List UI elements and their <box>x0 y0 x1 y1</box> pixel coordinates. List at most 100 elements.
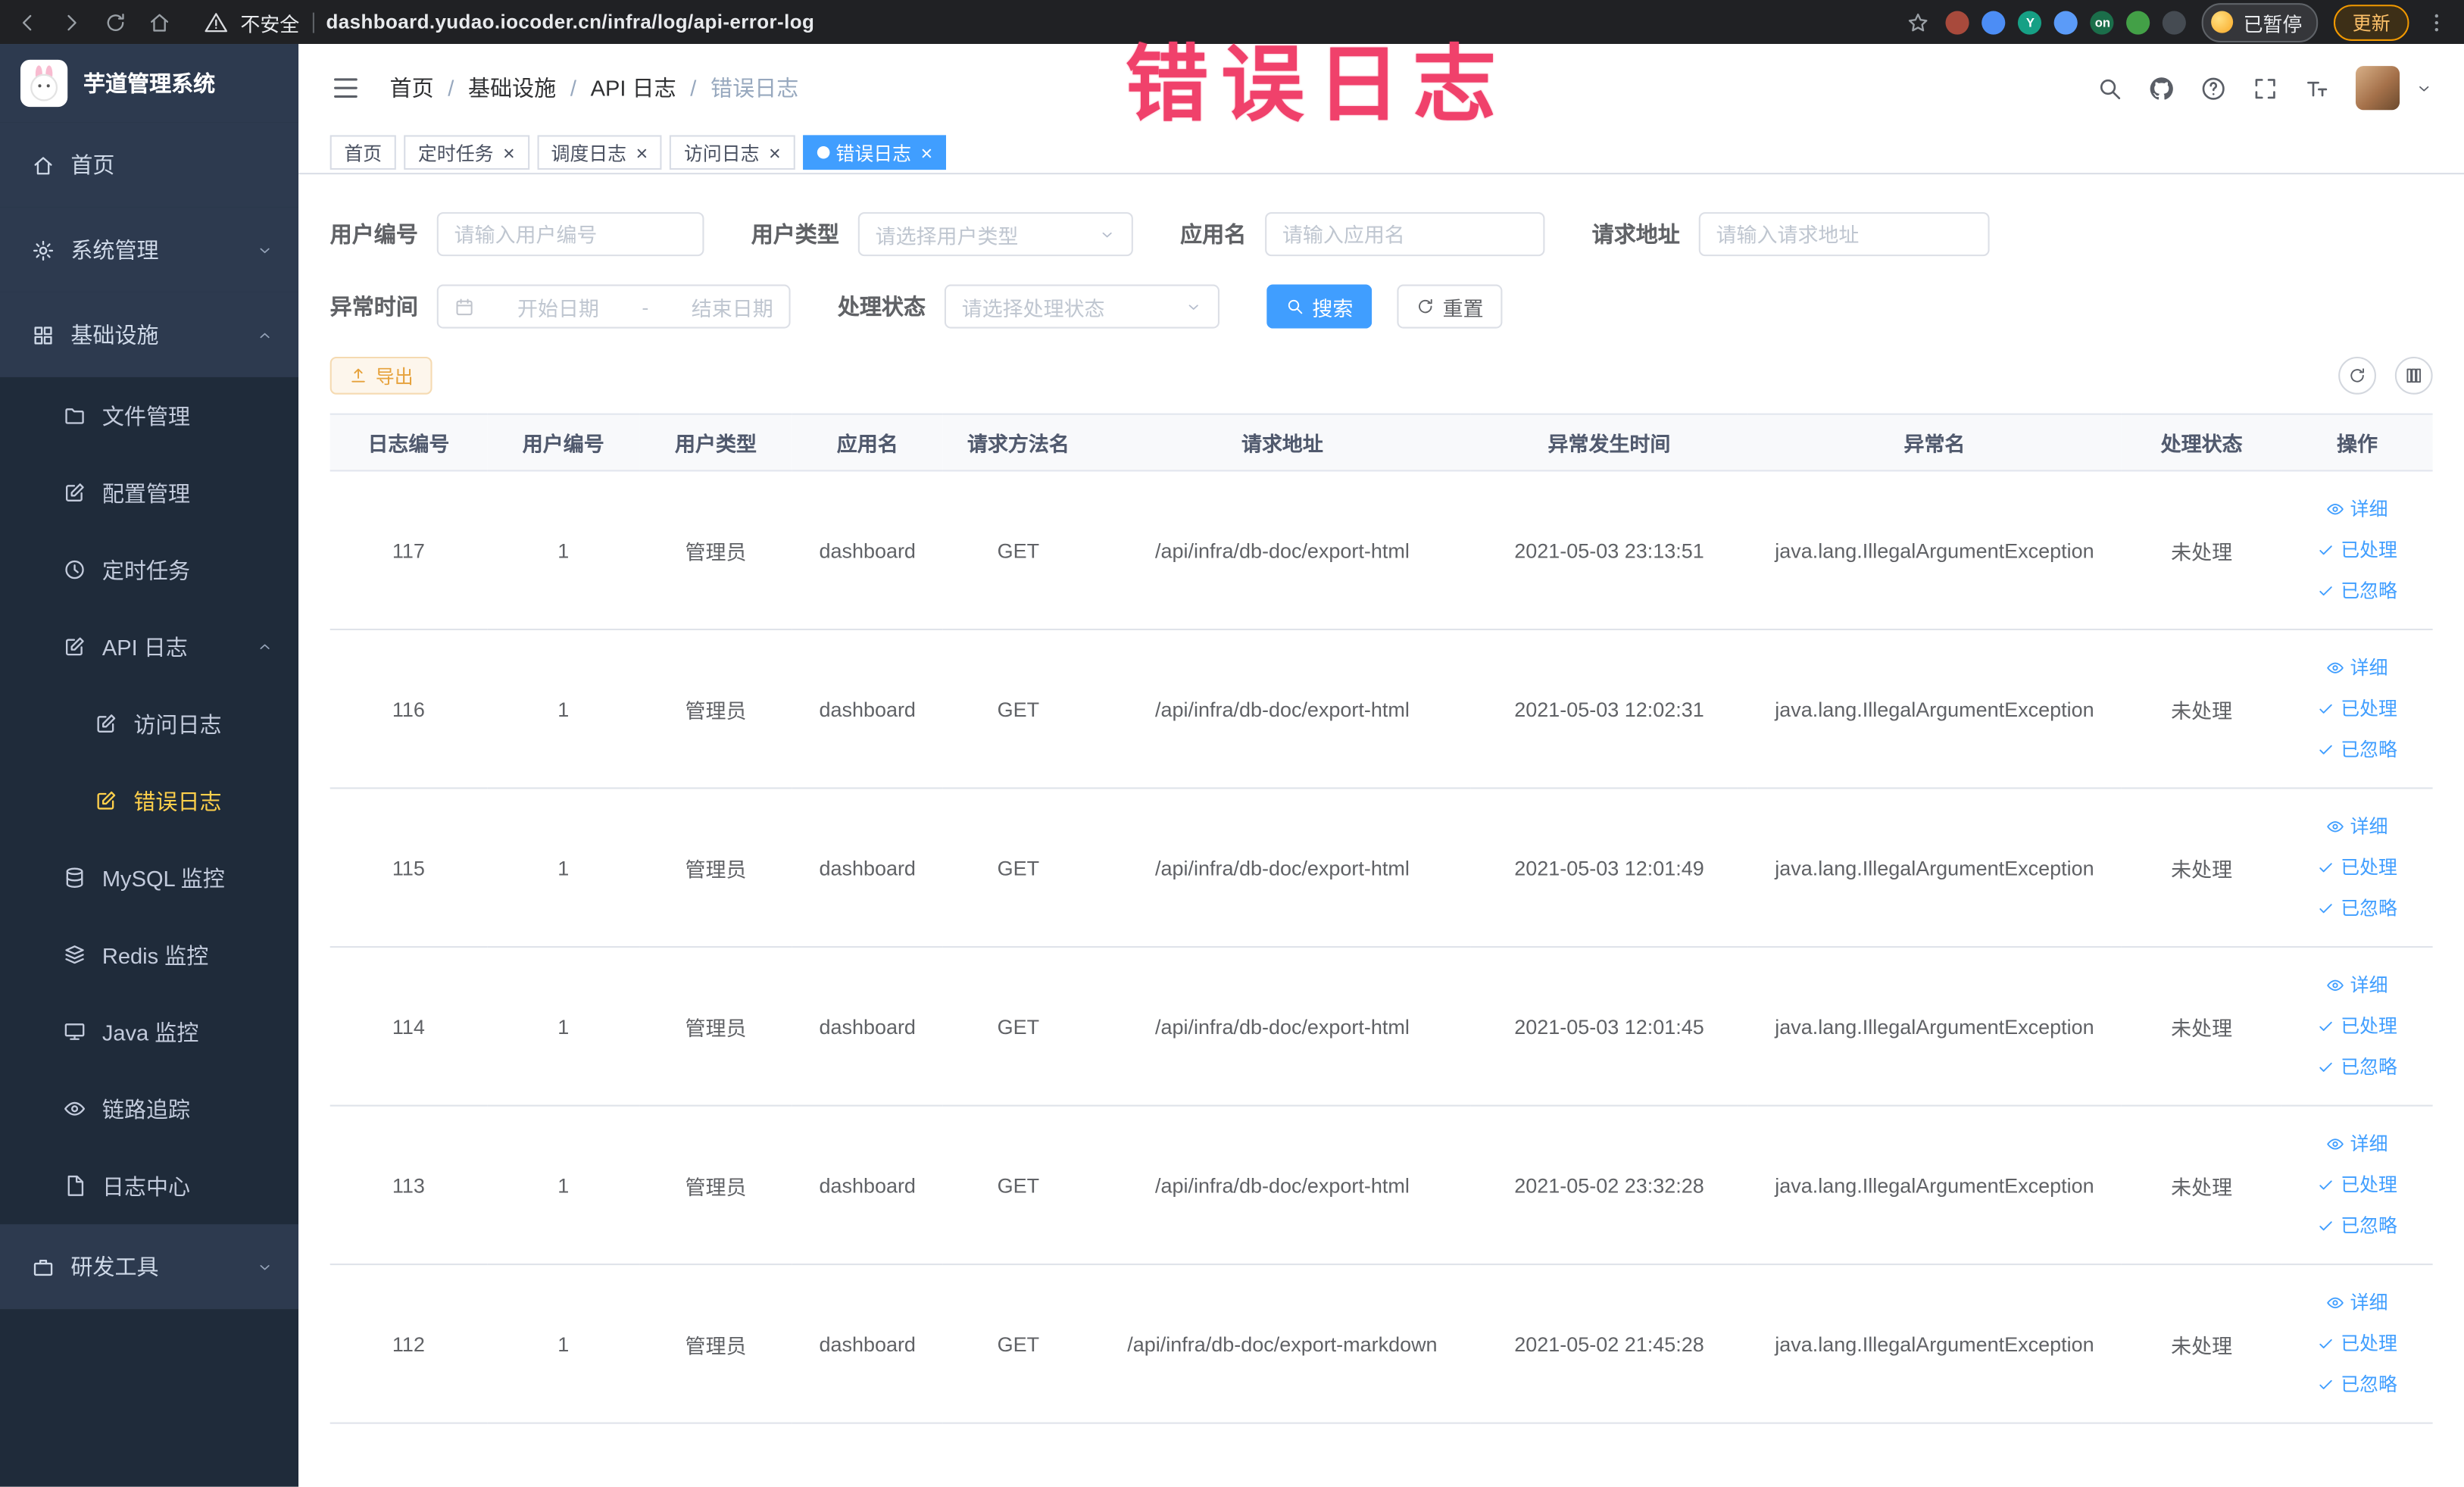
collapse-sidebar-icon[interactable] <box>330 72 361 103</box>
action-detail[interactable]: 详细 <box>2288 648 2427 689</box>
reload-icon[interactable] <box>104 10 127 33</box>
sidebar-item-job[interactable]: 定时任务 <box>0 531 298 608</box>
app-name-input[interactable] <box>1265 212 1545 257</box>
sidebar-item-log-center[interactable]: 日志中心 <box>0 1148 298 1225</box>
sidebar-item-label: 定时任务 <box>101 557 191 583</box>
extension-icon-blue-grid[interactable] <box>2054 10 2078 34</box>
breadcrumb-item[interactable]: 基础设施 <box>468 72 556 103</box>
sidebar-item-config[interactable]: 配置管理 <box>0 455 298 532</box>
browser-nav: 不安全 dashboard.yudao.iocoder.cn/infra/log… <box>16 7 814 36</box>
action-detail[interactable]: 详细 <box>2288 806 2427 847</box>
bookmark-star-icon[interactable] <box>1907 10 1931 33</box>
action-processed[interactable]: 已处理 <box>2288 1006 2427 1047</box>
avatar[interactable] <box>2355 66 2400 111</box>
cell-user_type: 管理员 <box>639 629 792 789</box>
user-type-label: 用户类型 <box>751 221 839 247</box>
action-detail[interactable]: 详细 <box>2288 1282 2427 1323</box>
action-detail[interactable]: 详细 <box>2288 965 2427 1006</box>
edit-icon <box>63 481 86 505</box>
column-settings-button[interactable] <box>2394 356 2433 395</box>
forward-icon[interactable] <box>60 10 83 33</box>
end-date-placeholder: 结束日期 <box>691 296 773 320</box>
close-icon[interactable]: × <box>769 142 781 163</box>
reset-button[interactable]: 重置 <box>1397 284 1503 329</box>
action-label: 已处理 <box>2341 1332 2397 1355</box>
browser-home-icon[interactable] <box>148 10 171 33</box>
sidebar-item-label: MySQL 监控 <box>101 865 225 891</box>
github-icon[interactable] <box>2148 75 2175 102</box>
action-processed[interactable]: 已处理 <box>2288 1164 2427 1205</box>
sidebar-item-infra[interactable]: 基础设施 <box>0 292 299 377</box>
extension-icon-green-y[interactable]: Y <box>2018 10 2043 34</box>
address-bar[interactable]: 不安全 dashboard.yudao.iocoder.cn/infra/log… <box>205 7 815 36</box>
extension-icon-red[interactable] <box>1946 10 1970 34</box>
extension-icon-on-badge[interactable]: on <box>2091 10 2115 34</box>
sidebar-item-trace[interactable]: 链路追踪 <box>0 1070 298 1148</box>
tabs-bar: 首页 定时任务 × 调度日志 × 访问日志 × 错误日志 × <box>298 132 2464 175</box>
chevron-down-icon <box>1098 226 1116 243</box>
tab-错误日志[interactable]: 错误日志 × <box>802 135 947 170</box>
request-url-input[interactable] <box>1698 212 1990 257</box>
action-ignored[interactable]: 已忽略 <box>2288 729 2427 770</box>
sidebar-item-file[interactable]: 文件管理 <box>0 377 298 455</box>
caret-down-icon[interactable] <box>2416 80 2433 97</box>
breadcrumb-separator: / <box>570 75 576 101</box>
sidebar-item-java[interactable]: Java 监控 <box>0 993 298 1070</box>
user-id-label: 用户编号 <box>329 221 418 247</box>
user-type-select[interactable]: 请选择用户类型 <box>857 212 1133 257</box>
sidebar-item-redis[interactable]: Redis 监控 <box>0 917 298 994</box>
sidebar-item-mysql[interactable]: MySQL 监控 <box>0 839 298 917</box>
extension-icon-green-leaf[interactable] <box>2127 10 2151 34</box>
action-label: 已处理 <box>2341 856 2397 879</box>
fullscreen-icon[interactable] <box>2252 75 2278 102</box>
action-processed[interactable]: 已处理 <box>2288 530 2427 570</box>
close-icon[interactable]: × <box>503 142 515 163</box>
action-ignored[interactable]: 已忽略 <box>2288 1205 2427 1246</box>
edit-icon <box>94 789 117 812</box>
action-detail[interactable]: 详细 <box>2288 489 2427 530</box>
table-row: 112 1 管理员 dashboard GET/api/infra/db-doc/exp… <box>329 1264 2433 1424</box>
sidebar-item-access-log[interactable]: 访问日志 <box>0 686 298 763</box>
extension-icon-paw[interactable] <box>2163 10 2187 34</box>
date-range-picker[interactable]: 开始日期 - 结束日期 <box>436 284 791 329</box>
export-button[interactable]: 导出 <box>329 356 433 395</box>
logo[interactable]: 芋道管理系统 <box>0 44 299 123</box>
action-ignored[interactable]: 已忽略 <box>2288 1047 2427 1088</box>
process-status-select[interactable]: 请选择处理状态 <box>944 284 1220 329</box>
sidebar-item-devtools[interactable]: 研发工具 <box>0 1224 299 1310</box>
refresh-table-button[interactable] <box>2338 356 2376 395</box>
tab-定时任务[interactable]: 定时任务 × <box>404 135 529 170</box>
action-processed[interactable]: 已处理 <box>2288 847 2427 888</box>
sidebar-item-error-log[interactable]: 错误日志 <box>0 762 298 839</box>
breadcrumb-item[interactable]: 首页 <box>390 72 434 103</box>
tab-访问日志[interactable]: 访问日志 × <box>670 135 795 170</box>
action-detail[interactable]: 详细 <box>2288 1123 2427 1164</box>
action-processed[interactable]: 已处理 <box>2288 689 2427 729</box>
cell-url: /api/infra/db-doc/export-html <box>1093 470 1471 630</box>
breadcrumb-item[interactable]: API 日志 <box>591 72 676 103</box>
browser-menu-dots-icon[interactable] <box>2425 10 2448 33</box>
update-button[interactable]: 更新 <box>2333 4 2409 40</box>
close-icon[interactable]: × <box>920 142 932 163</box>
sidebar-item-system[interactable]: 系统管理 <box>0 207 299 292</box>
font-size-icon[interactable] <box>2304 75 2331 102</box>
security-label: 不安全 <box>240 13 300 36</box>
user-id-input[interactable] <box>436 212 704 257</box>
profile-paused-chip[interactable]: 已暂停 <box>2202 2 2319 42</box>
back-icon[interactable] <box>16 10 39 33</box>
active-dot-icon <box>817 145 830 159</box>
action-ignored[interactable]: 已忽略 <box>2288 570 2427 611</box>
tab-调度日志[interactable]: 调度日志 × <box>536 135 662 170</box>
tab-首页[interactable]: 首页 <box>329 135 396 170</box>
search-button[interactable]: 搜索 <box>1266 284 1373 329</box>
sidebar-item-api-log[interactable]: API 日志 <box>0 608 298 686</box>
search-icon[interactable] <box>2097 75 2123 102</box>
action-processed[interactable]: 已处理 <box>2288 1323 2427 1364</box>
close-icon[interactable]: × <box>636 142 648 163</box>
sidebar-item-home[interactable]: 首页 <box>0 122 299 208</box>
action-ignored[interactable]: 已忽略 <box>2288 1364 2427 1405</box>
help-icon[interactable] <box>2200 75 2227 102</box>
chevron-down-icon <box>256 1258 273 1276</box>
action-ignored[interactable]: 已忽略 <box>2288 888 2427 929</box>
extension-icon-blue-drop[interactable] <box>1982 10 2006 34</box>
